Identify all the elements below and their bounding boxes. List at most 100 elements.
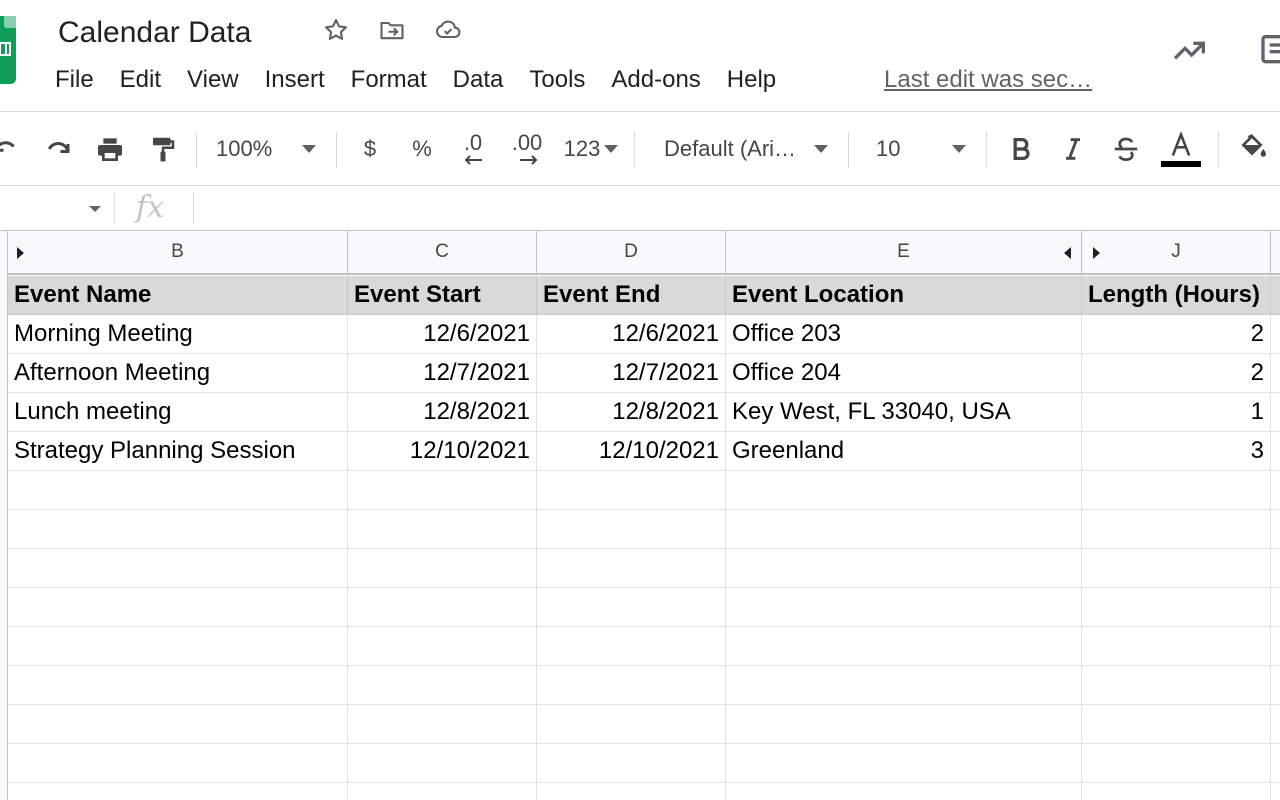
- table-cell[interactable]: 12/10/2021: [348, 432, 537, 471]
- menu-data[interactable]: Data: [440, 62, 517, 98]
- column-header-e[interactable]: E: [726, 231, 1082, 273]
- table-cell[interactable]: 12/8/2021: [348, 393, 537, 432]
- table-cell[interactable]: Office 204: [726, 354, 1082, 393]
- undo-icon[interactable]: [0, 128, 24, 170]
- header-cell[interactable]: Event End: [537, 276, 726, 315]
- table-cell[interactable]: [1082, 705, 1271, 744]
- table-cell[interactable]: [726, 549, 1082, 588]
- table-cell[interactable]: [8, 744, 348, 783]
- menu-file[interactable]: File: [42, 62, 107, 98]
- table-cell[interactable]: [8, 549, 348, 588]
- table-cell[interactable]: [1271, 549, 1280, 588]
- table-cell[interactable]: [1271, 315, 1280, 354]
- table-cell[interactable]: [726, 666, 1082, 705]
- table-cell[interactable]: [348, 744, 537, 783]
- table-cell[interactable]: [1082, 471, 1271, 510]
- text-color-button[interactable]: [1158, 128, 1204, 170]
- more-formats-dropdown[interactable]: 123: [558, 128, 624, 170]
- table-cell[interactable]: 2: [1082, 315, 1271, 354]
- table-cell[interactable]: Office 203: [726, 315, 1082, 354]
- table-cell[interactable]: [726, 471, 1082, 510]
- header-cell[interactable]: [1271, 276, 1280, 315]
- redo-icon[interactable]: [38, 128, 78, 170]
- sheets-logo[interactable]: [0, 16, 16, 84]
- table-cell[interactable]: 12/7/2021: [348, 354, 537, 393]
- table-cell[interactable]: [348, 705, 537, 744]
- menu-tools[interactable]: Tools: [516, 62, 598, 98]
- column-header-next[interactable]: [1271, 231, 1280, 273]
- formula-input[interactable]: [200, 192, 1270, 224]
- table-cell[interactable]: [8, 588, 348, 627]
- table-cell[interactable]: [537, 471, 726, 510]
- header-cell[interactable]: Event Location: [726, 276, 1082, 315]
- table-cell[interactable]: [8, 471, 348, 510]
- menu-format[interactable]: Format: [338, 62, 440, 98]
- format-currency-button[interactable]: $: [350, 128, 390, 170]
- table-cell[interactable]: [537, 510, 726, 549]
- table-cell[interactable]: [537, 783, 726, 800]
- table-cell[interactable]: [537, 627, 726, 666]
- table-cell[interactable]: 12/8/2021: [537, 393, 726, 432]
- trending-up-icon[interactable]: [1168, 28, 1212, 72]
- table-cell[interactable]: [1271, 744, 1280, 783]
- table-cell[interactable]: [1082, 783, 1271, 800]
- font-size-dropdown[interactable]: 10: [876, 128, 976, 170]
- strikethrough-button[interactable]: [1106, 128, 1146, 170]
- table-cell[interactable]: [1271, 471, 1280, 510]
- table-cell[interactable]: 12/7/2021: [537, 354, 726, 393]
- menu-insert[interactable]: Insert: [252, 62, 338, 98]
- table-cell[interactable]: [1082, 549, 1271, 588]
- table-cell[interactable]: Strategy Planning Session: [8, 432, 348, 471]
- table-cell[interactable]: [348, 783, 537, 800]
- table-cell[interactable]: [726, 783, 1082, 800]
- name-box-dropdown[interactable]: [89, 206, 101, 212]
- table-cell[interactable]: [8, 705, 348, 744]
- row-header-gutter[interactable]: [0, 231, 8, 800]
- table-cell[interactable]: 2: [1082, 354, 1271, 393]
- menu-help[interactable]: Help: [714, 62, 789, 98]
- table-cell[interactable]: [1082, 744, 1271, 783]
- paint-format-icon[interactable]: [144, 128, 182, 170]
- table-cell[interactable]: [1271, 432, 1280, 471]
- italic-button[interactable]: [1054, 128, 1092, 170]
- table-cell[interactable]: [537, 549, 726, 588]
- table-cell[interactable]: [1271, 588, 1280, 627]
- increase-decimal-button[interactable]: .00: [504, 128, 550, 170]
- table-cell[interactable]: Key West, FL 33040, USA: [726, 393, 1082, 432]
- table-cell[interactable]: [537, 666, 726, 705]
- table-cell[interactable]: [1082, 510, 1271, 549]
- document-title[interactable]: Calendar Data: [58, 14, 251, 52]
- table-cell[interactable]: 12/6/2021: [537, 315, 726, 354]
- table-cell[interactable]: Afternoon Meeting: [8, 354, 348, 393]
- header-cell[interactable]: Event Name: [8, 276, 348, 315]
- table-cell[interactable]: [537, 588, 726, 627]
- table-cell[interactable]: [726, 588, 1082, 627]
- table-cell[interactable]: [537, 744, 726, 783]
- menu-edit[interactable]: Edit: [107, 62, 174, 98]
- table-cell[interactable]: [348, 510, 537, 549]
- fill-color-button[interactable]: [1234, 128, 1274, 170]
- table-cell[interactable]: [726, 627, 1082, 666]
- expand-hidden-columns-icon[interactable]: [1093, 247, 1100, 259]
- header-cell[interactable]: Event Start: [348, 276, 537, 315]
- table-cell[interactable]: [1271, 783, 1280, 800]
- table-cell[interactable]: [1271, 510, 1280, 549]
- table-cell[interactable]: Lunch meeting: [8, 393, 348, 432]
- format-percent-button[interactable]: %: [402, 128, 442, 170]
- table-cell[interactable]: [1082, 588, 1271, 627]
- last-edit-link[interactable]: Last edit was sec…: [884, 62, 1092, 98]
- table-cell[interactable]: [348, 666, 537, 705]
- table-cell[interactable]: [1271, 705, 1280, 744]
- cloud-saved-icon[interactable]: [432, 14, 464, 46]
- comments-icon[interactable]: [1256, 28, 1280, 72]
- table-cell[interactable]: Morning Meeting: [8, 315, 348, 354]
- column-header-c[interactable]: C: [348, 231, 537, 273]
- table-cell[interactable]: [8, 783, 348, 800]
- table-cell[interactable]: [1271, 627, 1280, 666]
- star-icon[interactable]: [320, 14, 352, 46]
- table-cell[interactable]: [537, 705, 726, 744]
- table-cell[interactable]: [8, 666, 348, 705]
- font-family-dropdown[interactable]: Default (Ari…: [664, 128, 836, 170]
- column-header-d[interactable]: D: [537, 231, 726, 273]
- column-header-b[interactable]: B: [8, 231, 348, 273]
